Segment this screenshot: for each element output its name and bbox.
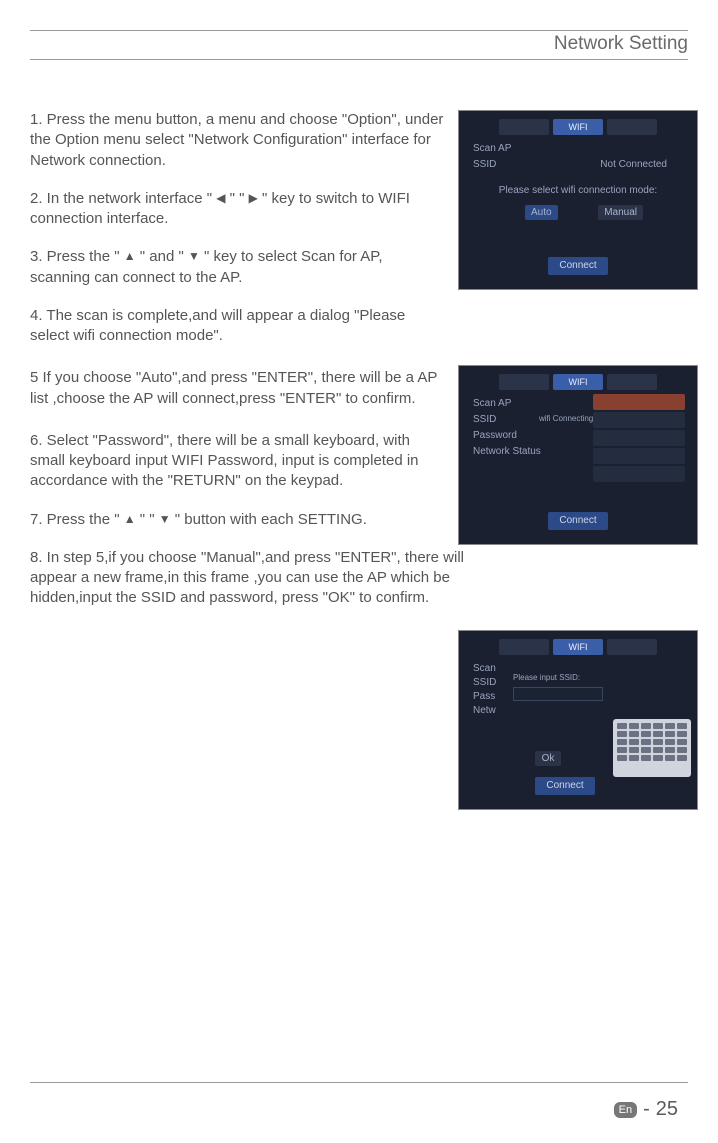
ap-row: [593, 412, 685, 428]
step-7: 7. Press the " ▲ " " ▼ " button with eac…: [30, 510, 445, 530]
netw-label: Netw: [473, 705, 496, 716]
step-8: 8. In step 5,if you choose "Manual",and …: [30, 548, 465, 609]
connect-button: Connect: [548, 257, 608, 275]
key: [629, 747, 639, 753]
key: [641, 755, 651, 761]
screenshot-1: WIFI Scan AP SSID Not Connected Please s…: [458, 110, 698, 290]
step-6: 6. Select "Password", there will be a sm…: [30, 431, 445, 492]
key: [677, 747, 687, 753]
page-header: Network Setting: [30, 31, 688, 60]
key: [617, 723, 627, 729]
tab: [607, 374, 657, 390]
keyboard-panel: [613, 719, 691, 777]
key: [641, 731, 651, 737]
key: [617, 731, 627, 737]
arrow-down-icon: ▼: [188, 248, 200, 264]
ssid-label: SSID: [473, 677, 496, 688]
arrow-right-icon: ▶: [249, 190, 258, 206]
scan-ap-label: Scan AP: [473, 398, 511, 409]
screenshot-2: WIFI Scan AP SSID Password Network Statu…: [458, 365, 698, 545]
arrow-up-icon: ▲: [124, 511, 136, 527]
key: [617, 739, 627, 745]
connect-button: Connect: [535, 777, 595, 795]
tab-wifi: WIFI: [553, 119, 603, 135]
key: [653, 747, 663, 753]
arrow-left-icon: ◀: [216, 190, 225, 206]
scan-ap-label: Scan AP: [473, 143, 511, 154]
ssid-label: SSID: [473, 159, 496, 170]
tab-row: WIFI: [499, 119, 657, 135]
key: [629, 755, 639, 761]
step-5: 5 If you choose "Auto",and press "ENTER"…: [30, 368, 445, 409]
key: [653, 731, 663, 737]
network-status-label: Network Status: [473, 446, 541, 457]
pass-label: Pass: [473, 691, 495, 702]
key: [617, 747, 627, 753]
tab-row: WIFI: [499, 374, 657, 390]
page-footer: En - 25: [614, 1098, 678, 1121]
password-label: Password: [473, 430, 517, 441]
key: [641, 747, 651, 753]
lang-badge: En: [614, 1102, 637, 1118]
step-2: 2. In the network interface " ◀ " " ▶ " …: [30, 189, 445, 230]
key: [629, 723, 639, 729]
scan-label: Scan: [473, 663, 496, 674]
key: [665, 723, 675, 729]
page-number: 25: [656, 1098, 678, 1121]
ap-row: [593, 430, 685, 446]
ssid-input: [513, 687, 603, 701]
key: [617, 755, 627, 761]
arrow-down-icon: ▼: [159, 511, 171, 527]
key: [629, 731, 639, 737]
connect-button: Connect: [548, 512, 608, 530]
tab-wifi: WIFI: [553, 639, 603, 655]
ssid-label: SSID: [473, 414, 496, 425]
ap-row: [593, 448, 685, 464]
key: [653, 723, 663, 729]
key: [677, 731, 687, 737]
footer-sep: -: [643, 1098, 650, 1121]
wifi-connecting-label: wifi Connecting: [539, 414, 593, 423]
key: [665, 755, 675, 761]
tab-row: WIFI: [499, 639, 657, 655]
auto-button: Auto: [525, 205, 558, 220]
ap-list: [593, 394, 685, 484]
prompt-text: Please select wifi connection mode:: [499, 185, 657, 196]
arrow-up-icon: ▲: [124, 248, 136, 264]
tab: [607, 119, 657, 135]
key: [665, 747, 675, 753]
step-3: 3. Press the " ▲ " and " ▼ " key to sele…: [30, 247, 445, 288]
ok-button: Ok: [535, 751, 561, 766]
key: [677, 723, 687, 729]
tab: [499, 374, 549, 390]
tab: [499, 639, 549, 655]
key: [677, 755, 687, 761]
ap-row: [593, 394, 685, 410]
key: [629, 739, 639, 745]
key: [641, 739, 651, 745]
tab: [607, 639, 657, 655]
not-connected-label: Not Connected: [600, 159, 667, 170]
manual-button: Manual: [598, 205, 643, 220]
step-4: 4. The scan is complete,and will appear …: [30, 306, 445, 347]
screenshot-3: WIFI Scan SSID Pass Netw Please input SS…: [458, 630, 698, 810]
ap-row: [593, 466, 685, 482]
tab: [499, 119, 549, 135]
key: [641, 723, 651, 729]
tab-wifi: WIFI: [553, 374, 603, 390]
page-title: Network Setting: [554, 33, 688, 54]
key: [677, 739, 687, 745]
key: [665, 731, 675, 737]
step-1: 1. Press the menu button, a menu and cho…: [30, 110, 445, 171]
key: [653, 739, 663, 745]
key: [665, 739, 675, 745]
key: [653, 755, 663, 761]
prompt-input-ssid: Please input SSID:: [513, 673, 580, 682]
